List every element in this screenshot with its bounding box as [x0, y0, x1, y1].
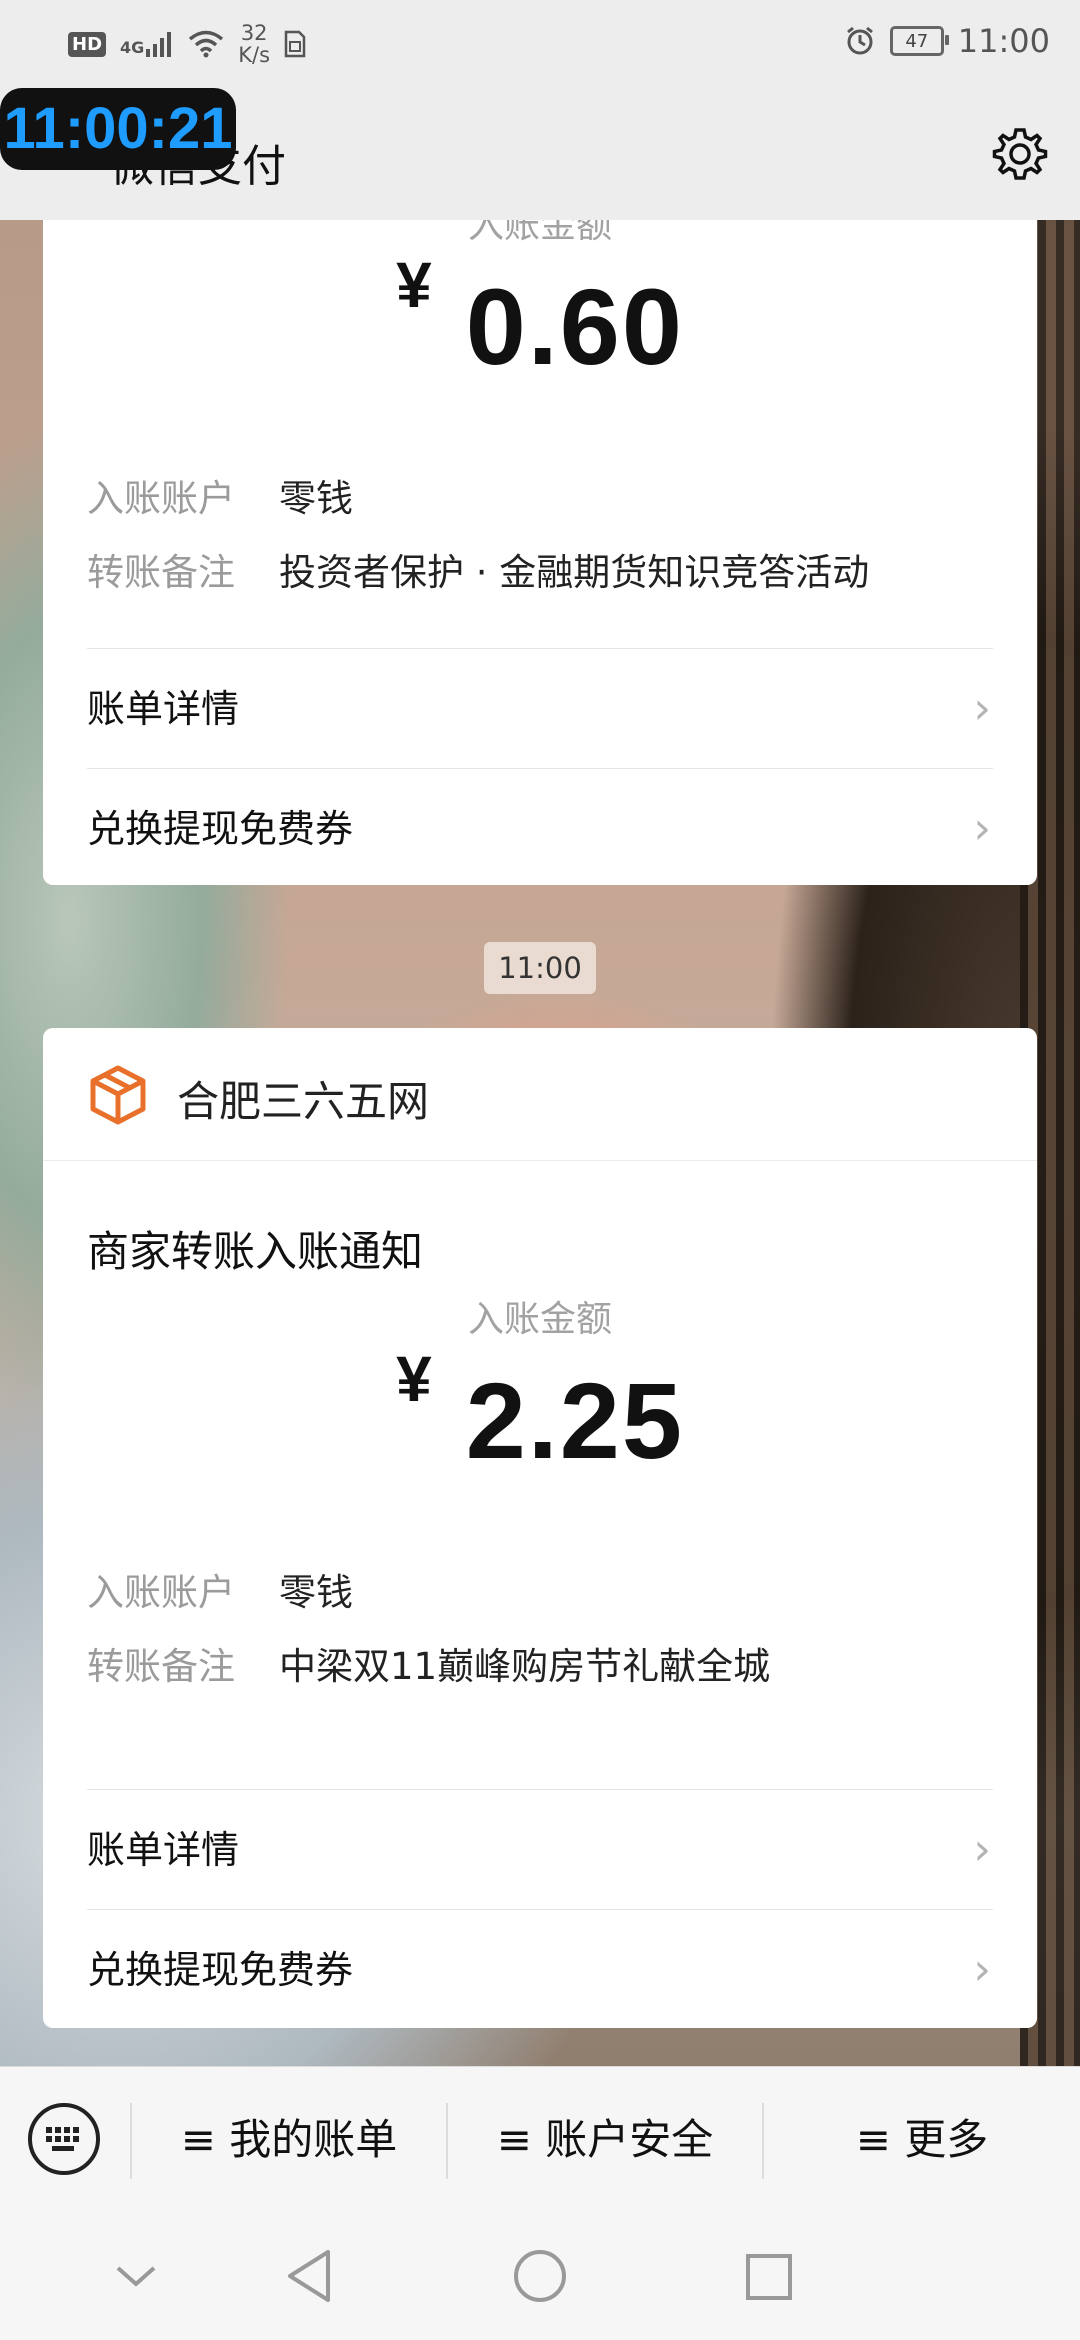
redeem-coupon-link[interactable]: 兑换提现免费券 ›: [87, 1911, 993, 2028]
recents-square-icon[interactable]: [744, 2252, 794, 2302]
transfer-card-1: 入账金额 ¥0.60 入账账户 零钱 转账备注 投资者保护 · 金融期货知识竞答活动…: [43, 220, 1037, 885]
hd-indicator: HD: [68, 31, 107, 57]
remark-row: 转账备注 中梁双11巅峰购房节礼献全城: [87, 1636, 770, 1690]
menu-account-security[interactable]: ≡ 账户安全: [448, 2067, 762, 2213]
remark-label: 转账备注: [87, 551, 235, 594]
currency-symbol: ¥: [396, 1343, 432, 1415]
amount-label: 入账金额: [467, 220, 612, 246]
amount-label: 入账金额: [467, 1299, 612, 1340]
signal-icon: [146, 32, 172, 57]
sim-icon: [284, 30, 306, 58]
bill-details-link[interactable]: 账单详情 ›: [87, 1791, 993, 1909]
redeem-coupon-link[interactable]: 兑换提现免费券 ›: [87, 770, 993, 885]
account-label: 入账账户: [87, 477, 235, 520]
divider: [87, 768, 993, 769]
account-value: 零钱: [279, 1571, 353, 1614]
redeem-coupon-label: 兑换提现免费券: [87, 807, 354, 851]
keyboard-icon: [46, 2127, 79, 2151]
amount-value: ¥2.25: [43, 1343, 1037, 1483]
account-label: 入账账户: [87, 1571, 235, 1614]
status-bar: HD 4G 32 K/s 47 11:00: [0, 0, 1080, 90]
account-value: 零钱: [279, 477, 353, 520]
menu-my-bills[interactable]: ≡ 我的账单: [132, 2067, 446, 2213]
chevron-right-icon: ›: [973, 683, 991, 734]
chevron-right-icon: ›: [973, 1824, 991, 1875]
alarm-icon: [846, 26, 873, 55]
bill-details-label: 账单详情: [87, 687, 240, 731]
bill-details-link[interactable]: 账单详情 ›: [87, 650, 993, 768]
merchant-header[interactable]: 合肥三六五网: [43, 1028, 1037, 1161]
account-row: 入账账户 零钱: [87, 468, 353, 522]
currency-symbol: ¥: [396, 249, 432, 321]
remark-value: 中梁双11巅峰购房节礼献全城: [279, 1645, 771, 1688]
bill-details-label: 账单详情: [87, 1828, 240, 1872]
remark-row: 转账备注 投资者保护 · 金融期货知识竞答活动: [87, 542, 869, 596]
network-type: 4G: [120, 31, 174, 57]
hide-keyboard-chevron-icon[interactable]: [114, 2262, 158, 2292]
amount-number: 0.60: [465, 266, 684, 387]
chevron-right-icon: ›: [973, 1944, 991, 1995]
redeem-coupon-label: 兑换提现免费券: [87, 1948, 354, 1992]
status-time: 11:00: [957, 22, 1050, 60]
bottom-menu: ≡ 我的账单 ≡ 账户安全 ≡ 更多: [0, 2066, 1080, 2213]
back-triangle-icon[interactable]: [284, 2248, 334, 2304]
divider: [87, 1789, 993, 1790]
transfer-card-2[interactable]: 合肥三六五网 商家转账入账通知 入账金额 ¥2.25 入账账户 零钱 转账备注 中梁…: [43, 1028, 1037, 2028]
remark-label: 转账备注: [87, 1645, 235, 1688]
network-speed: 32 K/s: [238, 21, 271, 67]
chevron-right-icon: ›: [973, 803, 991, 854]
system-navigation-bar: [0, 2212, 1080, 2340]
merchant-cube-logo-icon: [90, 1065, 146, 1125]
home-circle-icon[interactable]: [512, 2248, 568, 2304]
message-time: 11:00: [484, 942, 596, 994]
amount-number: 2.25: [465, 1360, 684, 1481]
settings-gear-icon[interactable]: [990, 124, 1050, 184]
battery-icon: 47: [889, 26, 949, 56]
menu-more[interactable]: ≡ 更多: [764, 2067, 1080, 2213]
divider: [87, 648, 993, 649]
merchant-name: 合肥三六五网: [177, 1077, 430, 1126]
divider: [87, 1909, 993, 1910]
keyboard-toggle-button[interactable]: [28, 2103, 100, 2175]
remark-value: 投资者保护 · 金融期货知识竞答活动: [279, 551, 870, 594]
notice-title: 商家转账入账通知: [87, 1227, 424, 1276]
floating-clock: 11:00:21: [0, 88, 236, 170]
wifi-icon: [189, 30, 224, 58]
account-row: 入账账户 零钱: [87, 1562, 353, 1616]
amount-value: ¥0.60: [43, 249, 1037, 389]
